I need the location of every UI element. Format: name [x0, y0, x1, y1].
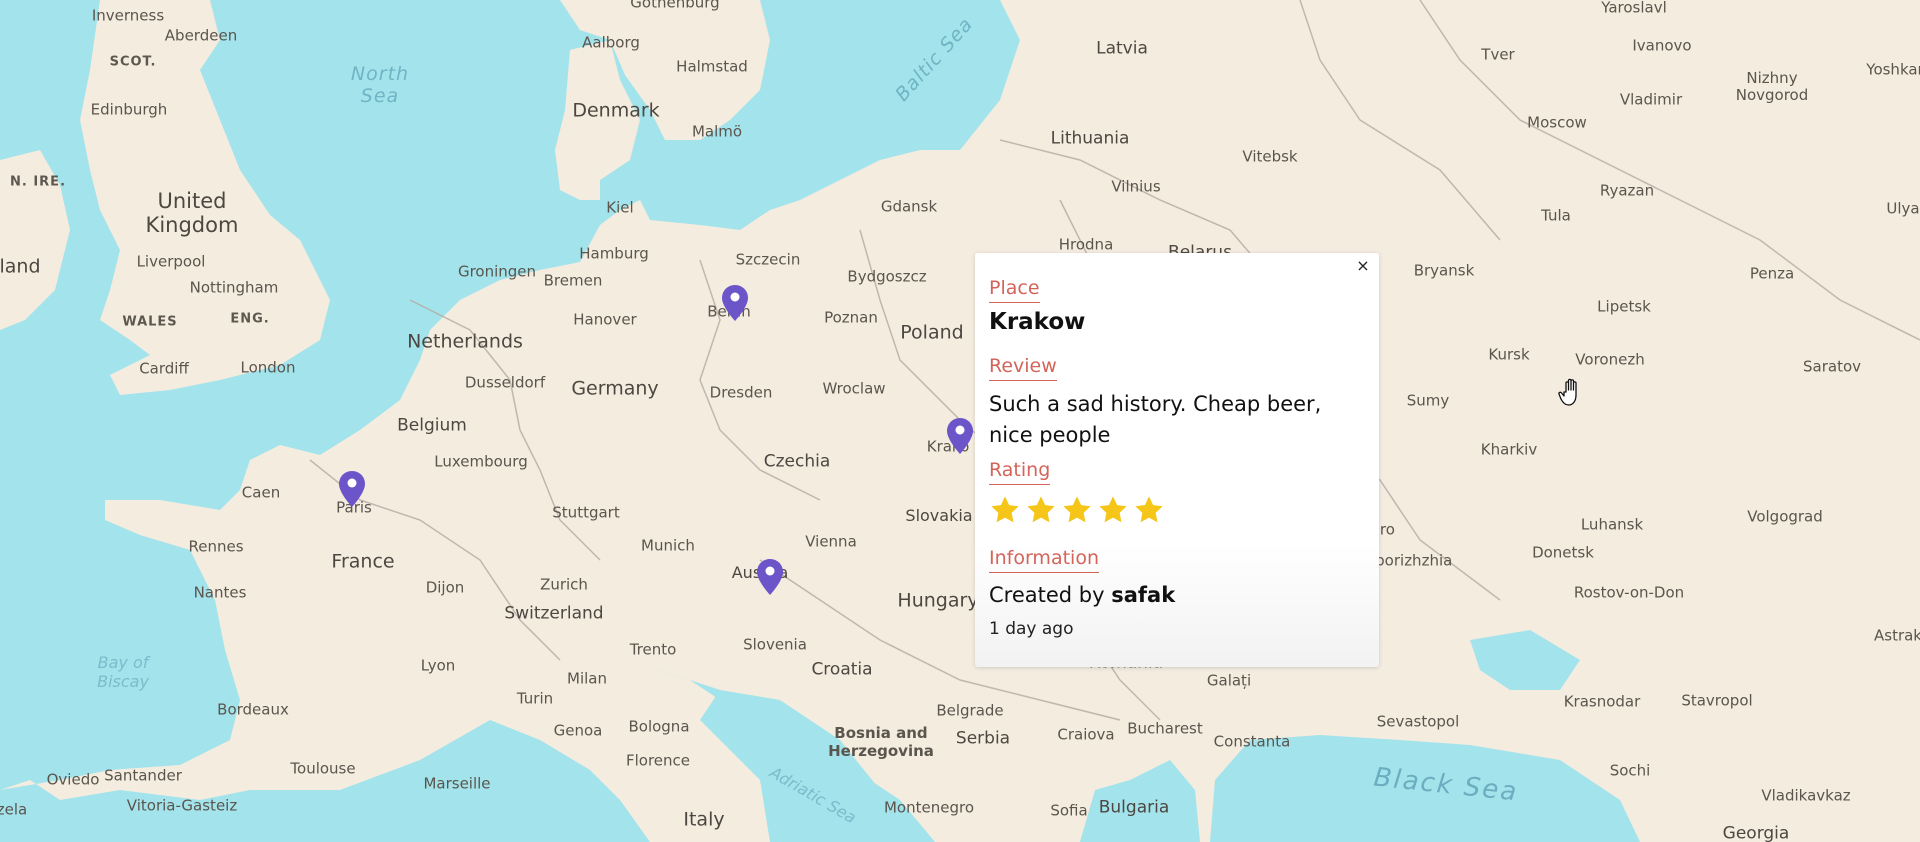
hand-cursor-icon [1557, 377, 1587, 409]
created-by-line: Created by safak [989, 583, 1175, 608]
review-text: Such a sad history. Cheap beer, nice peo… [989, 392, 1322, 447]
review-section-label: Review [989, 356, 1057, 381]
star-icon [1027, 496, 1055, 523]
place-section-label: Place [989, 278, 1040, 303]
place-popup: × Place Krakow Review Such a sad history… [975, 253, 1379, 667]
map-canvas[interactable]: Inverness Aberdeen SCOT. North Sea Edinb… [0, 0, 1920, 842]
place-marker-austria[interactable] [756, 558, 784, 596]
star-icon [1135, 496, 1163, 523]
place-name: Krakow [989, 309, 1086, 335]
close-popup-button[interactable]: × [1355, 258, 1371, 274]
created-by-prefix: Created by [989, 583, 1105, 607]
place-marker-paris[interactable] [338, 470, 366, 508]
rating-stars [989, 494, 1165, 526]
information-section-label: Information [989, 548, 1099, 573]
place-marker-krakow[interactable] [946, 417, 974, 455]
created-by-username: safak [1111, 583, 1176, 607]
rating-section-label: Rating [989, 460, 1051, 485]
star-icon [991, 496, 1019, 523]
created-time-ago: 1 day ago [989, 619, 1074, 639]
star-icon [1099, 496, 1127, 523]
place-marker-berlin[interactable] [721, 284, 749, 322]
star-icon [1063, 496, 1091, 523]
